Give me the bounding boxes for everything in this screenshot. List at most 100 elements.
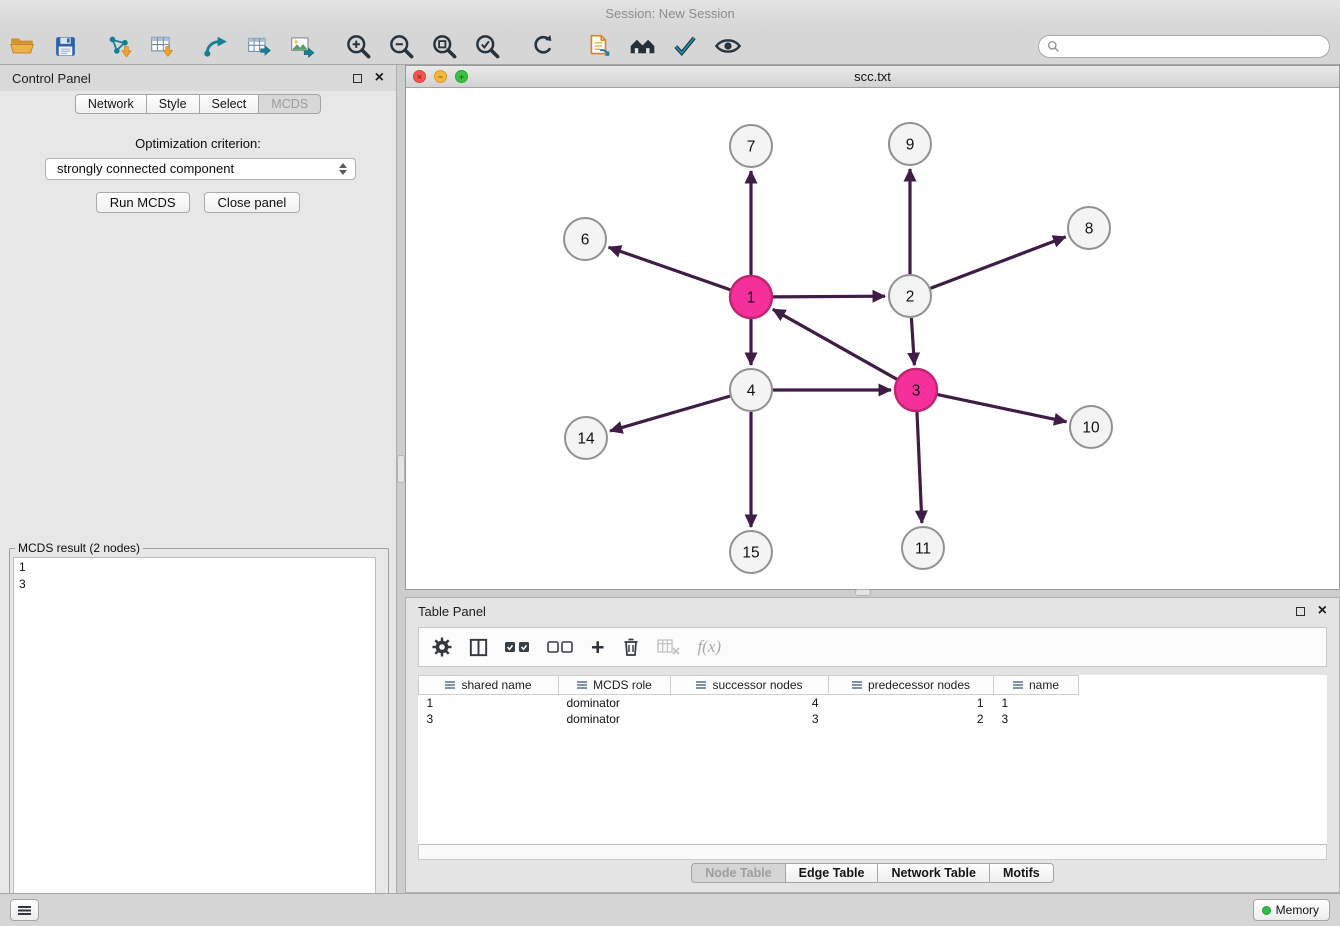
- horizontal-splitter-handle[interactable]: [855, 589, 871, 596]
- run-mcds-button[interactable]: Run MCDS: [96, 192, 190, 213]
- network-canvas[interactable]: 7 9 6 8 1 2 4 3 14 10 15 11: [406, 88, 1339, 589]
- import-network-button[interactable]: [105, 31, 133, 61]
- edge-3-to-1[interactable]: [773, 309, 897, 379]
- add-column-button[interactable]: +: [589, 632, 606, 662]
- tab-style[interactable]: Style: [147, 94, 200, 114]
- graph-node-1[interactable]: 1: [730, 276, 772, 318]
- table-cell[interactable]: 1: [419, 695, 559, 711]
- save-session-button[interactable]: [51, 31, 79, 61]
- zoom-fit-button[interactable]: [430, 31, 458, 61]
- tab-motifs[interactable]: Motifs: [990, 863, 1054, 883]
- graph-node-8[interactable]: 8: [1068, 207, 1110, 249]
- zoom-selected-button[interactable]: [473, 31, 501, 61]
- mcds-result-text[interactable]: 1 3: [13, 557, 376, 909]
- table-cell[interactable]: 3: [671, 711, 829, 727]
- tab-edge-table[interactable]: Edge Table: [786, 863, 879, 883]
- export-table-button[interactable]: [245, 31, 273, 61]
- graph-node-9[interactable]: 9: [889, 123, 931, 165]
- edge-1-to-6[interactable]: [609, 247, 731, 290]
- table-row[interactable]: 3dominator323: [419, 711, 1328, 727]
- maximize-window-button[interactable]: +: [455, 70, 468, 83]
- svg-text:9: 9: [906, 137, 915, 154]
- tab-select[interactable]: Select: [200, 94, 260, 114]
- show-graphics-details-button[interactable]: [714, 31, 742, 61]
- tab-network-table[interactable]: Network Table: [878, 863, 990, 883]
- column-header-shared-name[interactable]: shared name: [419, 676, 559, 695]
- edge-1-to-2[interactable]: [773, 296, 885, 297]
- import-table-button[interactable]: [148, 31, 176, 61]
- minimize-window-button[interactable]: −: [434, 70, 447, 83]
- refresh-icon: [530, 33, 556, 59]
- zoom-selected-icon: [474, 33, 501, 60]
- float-icon: [353, 74, 362, 83]
- first-neighbors-button[interactable]: [628, 31, 656, 61]
- zoom-out-button[interactable]: [387, 31, 415, 61]
- zoom-in-button[interactable]: [344, 31, 372, 61]
- statusbar: Memory: [0, 893, 1340, 926]
- select-all-button[interactable]: [503, 632, 533, 662]
- float-panel-button[interactable]: [353, 71, 362, 86]
- edge-2-to-3[interactable]: [911, 318, 914, 365]
- tab-mcds[interactable]: MCDS: [259, 94, 321, 114]
- search-input[interactable]: [1065, 40, 1321, 54]
- table-cell[interactable]: dominator: [559, 711, 671, 727]
- graph-node-6[interactable]: 6: [564, 218, 606, 260]
- graph-node-3[interactable]: 3: [895, 369, 937, 411]
- close-table-panel-button[interactable]: ×: [1318, 605, 1327, 617]
- edge-2-to-8[interactable]: [931, 237, 1066, 288]
- tab-node-table[interactable]: Node Table: [691, 863, 785, 883]
- table-cell[interactable]: 3: [994, 711, 1079, 727]
- table-cell[interactable]: 4: [671, 695, 829, 711]
- edge-3-to-11[interactable]: [917, 412, 922, 523]
- export-network-button[interactable]: [202, 31, 230, 61]
- table-row[interactable]: 1dominator411: [419, 695, 1328, 711]
- table-cell[interactable]: 2: [829, 711, 994, 727]
- copy-style-button[interactable]: [585, 31, 613, 61]
- graph-node-7[interactable]: 7: [730, 125, 772, 167]
- graph-node-10[interactable]: 10: [1070, 406, 1112, 448]
- task-history-button[interactable]: [10, 899, 39, 921]
- svg-text:7: 7: [747, 139, 756, 156]
- column-header-successor-nodes[interactable]: successor nodes: [671, 676, 829, 695]
- column-header-predecessor-nodes[interactable]: predecessor nodes: [829, 676, 994, 695]
- memory-button[interactable]: Memory: [1253, 899, 1330, 921]
- column-header-mcds-role[interactable]: MCDS role: [559, 676, 671, 695]
- table-settings-button[interactable]: [430, 632, 454, 662]
- table-toolbar: + f(x): [418, 627, 1327, 667]
- apply-layout-button[interactable]: [529, 31, 557, 61]
- edge-4-to-14[interactable]: [610, 396, 730, 431]
- delete-column-button[interactable]: [619, 632, 643, 662]
- table-cell[interactable]: 1: [829, 695, 994, 711]
- trash-icon: [619, 635, 643, 659]
- optimization-criterion-select[interactable]: strongly connected component: [45, 158, 356, 180]
- table-cell[interactable]: dominator: [559, 695, 671, 711]
- network-window-titlebar: × − + scc.txt: [406, 66, 1339, 88]
- float-table-panel-button[interactable]: [1296, 604, 1305, 619]
- svg-text:14: 14: [577, 431, 595, 448]
- export-image-button[interactable]: [288, 31, 316, 61]
- edge-3-to-10[interactable]: [938, 395, 1067, 422]
- svg-text:2: 2: [906, 289, 915, 306]
- tab-network[interactable]: Network: [75, 94, 147, 114]
- deselect-all-button[interactable]: [546, 632, 576, 662]
- main-toolbar: [0, 28, 1340, 65]
- table-scrollbar-track[interactable]: [418, 844, 1327, 860]
- open-session-button[interactable]: [8, 31, 36, 61]
- close-window-button[interactable]: ×: [413, 70, 426, 83]
- graph-node-11[interactable]: 11: [902, 527, 944, 569]
- show-columns-button[interactable]: [467, 632, 490, 662]
- vertical-splitter-handle[interactable]: [397, 455, 405, 483]
- mcds-result-title: MCDS result (2 nodes): [15, 541, 143, 555]
- table-cell[interactable]: 1: [994, 695, 1079, 711]
- close-control-panel-button[interactable]: ×: [375, 72, 384, 84]
- column-header-name[interactable]: name: [994, 676, 1079, 695]
- graph-node-15[interactable]: 15: [730, 531, 772, 573]
- close-panel-button[interactable]: Close panel: [204, 192, 301, 213]
- graph-node-4[interactable]: 4: [730, 369, 772, 411]
- apply-style-button[interactable]: [671, 31, 699, 61]
- delete-table-button-disabled: [656, 632, 682, 662]
- graph-node-2[interactable]: 2: [889, 275, 931, 317]
- svg-text:10: 10: [1082, 420, 1100, 437]
- graph-node-14[interactable]: 14: [565, 417, 607, 459]
- table-cell[interactable]: 3: [419, 711, 559, 727]
